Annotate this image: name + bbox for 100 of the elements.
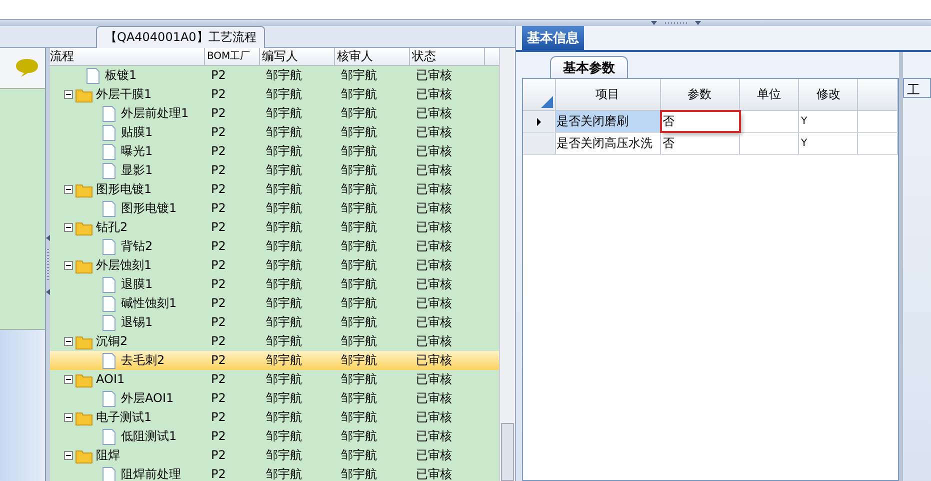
table-cell-text: 已审核 xyxy=(415,371,453,388)
tree-row[interactable]: 外层AOI1 P2 邹宇航 邹宇航 已审核 xyxy=(50,389,499,408)
tree-row[interactable]: 显影1 P2 邹宇航 邹宇航 已审核 xyxy=(50,161,499,180)
table-cell-text: P2 xyxy=(210,181,227,198)
table-cell-text: 邹宇航 xyxy=(265,181,303,198)
table-cell-text: P2 xyxy=(210,390,227,407)
tree-row[interactable]: 钻孔2 P2 邹宇航 邹宇航 已审核 xyxy=(50,218,499,237)
table-cell-text: P2 xyxy=(210,124,227,141)
tree-row[interactable]: 贴膜1 P2 邹宇航 邹宇航 已审核 xyxy=(50,123,499,142)
table-cell-text: 邹宇航 xyxy=(265,105,303,122)
table-cell[interactable]: 是否关闭高压水洗 xyxy=(556,133,661,154)
table-cell-text: 邹宇航 xyxy=(340,105,378,122)
tree-row[interactable]: 退膜1 P2 邹宇航 邹宇航 已审核 xyxy=(50,275,499,294)
collapse-icon[interactable] xyxy=(64,413,73,422)
column-header[interactable]: 单位 xyxy=(740,79,800,110)
scrollbar[interactable] xyxy=(499,48,515,481)
table-cell-text: 邹宇航 xyxy=(340,200,378,217)
tree-row[interactable]: 阻焊 P2 邹宇航 邹宇航 已审核 xyxy=(50,446,499,465)
table-cell-text: P2 xyxy=(210,105,227,122)
tree-row[interactable]: 背钻2 P2 邹宇航 邹宇航 已审核 xyxy=(50,237,499,256)
table-cell-text: P2 xyxy=(210,238,227,255)
table-cell-text: 邹宇航 xyxy=(340,314,378,331)
folder-icon xyxy=(75,182,93,198)
tree-row[interactable]: 图形电镀1 P2 邹宇航 邹宇航 已审核 xyxy=(50,199,499,218)
tree-node-label: 曝光1 xyxy=(121,143,153,160)
tree-row[interactable]: 退锡1 P2 邹宇航 邹宇航 已审核 xyxy=(50,313,499,332)
table-cell-text: 邹宇航 xyxy=(265,466,303,481)
folder-icon xyxy=(75,86,93,102)
table-cell-text: 邹宇航 xyxy=(340,257,378,274)
table-cell-text: 邹宇航 xyxy=(265,219,303,236)
tree-node-label: 碱性蚀刻1 xyxy=(121,295,177,312)
tree-node-label: 钻孔2 xyxy=(96,219,128,236)
tab[interactable]: 基本参数 xyxy=(550,56,628,78)
table-cell-text: 已审核 xyxy=(415,162,453,179)
table-cell-text: 邹宇航 xyxy=(340,276,378,293)
collapse-icon[interactable] xyxy=(64,223,73,232)
table-cell-text: P2 xyxy=(210,276,227,293)
column-header[interactable]: 流程 xyxy=(50,48,205,65)
table-cell-text: 邹宇航 xyxy=(265,200,303,217)
tree-row[interactable]: 曝光1 P2 邹宇航 邹宇航 已审核 xyxy=(50,142,499,161)
tree-row[interactable]: 去毛刺2 P2 邹宇航 邹宇航 已审核 xyxy=(50,351,499,370)
document-icon xyxy=(100,200,118,216)
table-cell-text: 已审核 xyxy=(415,219,453,236)
collapse-icon[interactable] xyxy=(64,375,73,384)
document-icon xyxy=(100,352,118,368)
tree-node-label: AOI1 xyxy=(96,371,125,388)
column-header[interactable]: 参数 xyxy=(660,79,740,110)
tree-row[interactable]: 外层蚀刻1 P2 邹宇航 邹宇航 已审核 xyxy=(50,256,499,275)
splitter-grip-icon[interactable] xyxy=(46,234,50,294)
collapse-icon[interactable] xyxy=(64,451,73,460)
tab[interactable]: 基本信息 xyxy=(522,26,584,50)
row-header[interactable] xyxy=(523,111,556,132)
folder-icon xyxy=(75,220,93,236)
tree-row[interactable]: 沉铜2 P2 邹宇航 邹宇航 已审核 xyxy=(50,332,499,351)
tree-row[interactable]: 电子测试1 P2 邹宇航 邹宇航 已审核 xyxy=(50,408,499,427)
table-cell-text: P2 xyxy=(210,143,227,160)
table-cell-text: 邹宇航 xyxy=(340,86,378,103)
table-cell-text: P2 xyxy=(210,409,227,426)
tree-row[interactable]: 碱性蚀刻1 P2 邹宇航 邹宇航 已审核 xyxy=(50,294,499,313)
table-cell-text: 邹宇航 xyxy=(265,447,303,464)
table-cell-text: 邹宇航 xyxy=(265,162,303,179)
table-cell-text: 已审核 xyxy=(415,105,453,122)
table-cell-text: P2 xyxy=(210,162,227,179)
collapse-icon[interactable] xyxy=(64,90,73,99)
tree-row[interactable]: 外层干膜1 P2 邹宇航 邹宇航 已审核 xyxy=(50,85,499,104)
column-header[interactable]: BOM工厂 xyxy=(205,48,260,65)
tree-node-label: 外层干膜1 xyxy=(96,86,152,103)
folder-icon xyxy=(75,410,93,426)
table-cell-text: P2 xyxy=(210,314,227,331)
column-header[interactable]: 项目 xyxy=(556,79,661,110)
collapse-icon[interactable] xyxy=(64,261,73,270)
table-cell-text: 邹宇航 xyxy=(340,447,378,464)
tree-node-label: 外层前处理1 xyxy=(121,105,189,122)
table-cell-text: 已审核 xyxy=(415,409,453,426)
tree-row[interactable]: 图形电镀1 P2 邹宇航 邹宇航 已审核 xyxy=(50,180,499,199)
tree-node-label: 退膜1 xyxy=(121,276,153,293)
collapse-icon[interactable] xyxy=(64,337,73,346)
table-cell-text: 已审核 xyxy=(415,295,453,312)
column-header[interactable]: 编写人 xyxy=(260,48,335,65)
table-cell-text: 邹宇航 xyxy=(265,295,303,312)
tree-row[interactable]: 板镀1 P2 邹宇航 邹宇航 已审核 xyxy=(50,66,499,85)
table-cell-text: 已审核 xyxy=(415,200,453,217)
table-cell-text: 邹宇航 xyxy=(265,428,303,445)
panel-title: 【QA404001A0】工艺流程 xyxy=(96,26,266,48)
table-cell-text: 邹宇航 xyxy=(340,219,378,236)
column-header[interactable]: 状态 xyxy=(410,48,485,65)
column-header[interactable]: 核审人 xyxy=(335,48,410,65)
tree-row[interactable]: 低阻测试1 P2 邹宇航 邹宇航 已审核 xyxy=(50,427,499,446)
table-cell-text: P2 xyxy=(210,86,227,103)
tree-row[interactable]: 阻焊前处理 P2 邹宇航 邹宇航 已审核 xyxy=(50,465,499,481)
tree-row[interactable]: AOI1 P2 邹宇航 邹宇航 已审核 xyxy=(50,370,499,389)
table-cell-text: 邹宇航 xyxy=(265,124,303,141)
column-header[interactable]: 修改 xyxy=(799,79,858,110)
document-icon xyxy=(100,390,118,406)
table-cell-text: 已审核 xyxy=(415,428,453,445)
table-cell: 否 xyxy=(660,111,740,132)
table-cell[interactable]: 是否关闭磨刷 xyxy=(556,111,661,132)
tree-row[interactable]: 外层前处理1 P2 邹宇航 邹宇航 已审核 xyxy=(50,104,499,123)
collapse-icon[interactable] xyxy=(64,185,73,194)
table-cell-text: 邹宇航 xyxy=(265,314,303,331)
